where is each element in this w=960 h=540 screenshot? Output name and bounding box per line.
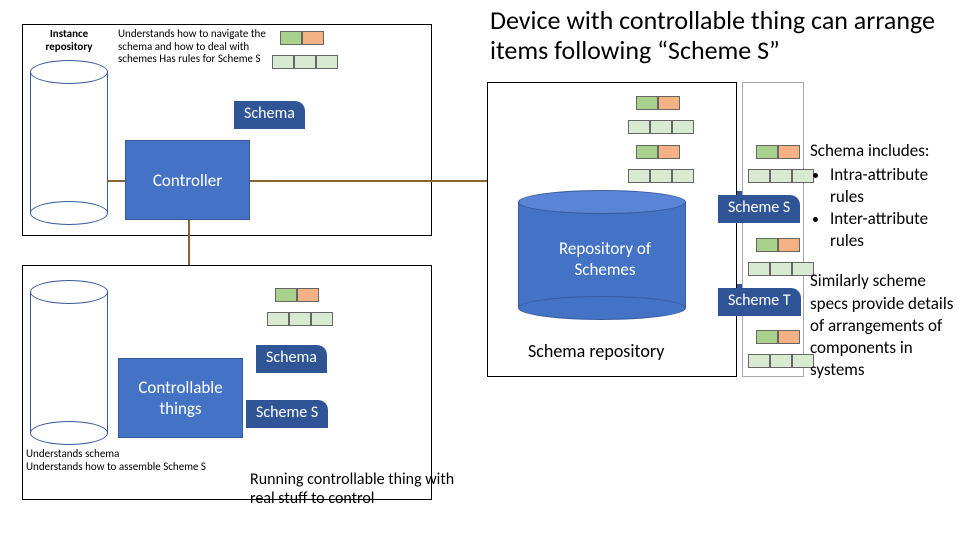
connector-line — [108, 180, 125, 182]
para-scheme-specs: Similarly scheme specs provide details o… — [810, 270, 960, 380]
mini-boxes-icon — [748, 354, 814, 368]
bullet-list: Intra-attribute rules Inter-attribute ru… — [810, 164, 960, 252]
label-instance-repository: Instance repository — [33, 28, 105, 53]
tab-scheme-t: Scheme T — [718, 288, 801, 316]
caption-schema-repository: Schema repository — [528, 340, 664, 362]
page-title: Device with controllable thing can arran… — [490, 6, 950, 66]
bullet-intra: Intra-attribute rules — [830, 164, 960, 208]
tab-schema-top: Schema — [234, 101, 305, 129]
tab-scheme-s: Scheme S — [718, 195, 800, 223]
controller-label: Controller — [153, 170, 222, 191]
mini-boxes-icon — [756, 238, 800, 252]
mini-boxes-icon — [272, 55, 338, 69]
note-understands-schema: Understands schema Understands how to as… — [26, 448, 246, 473]
heading-schema-includes: Schema includes: — [810, 140, 960, 162]
mini-boxes-icon — [275, 288, 319, 302]
mini-boxes-icon — [636, 145, 680, 159]
text-schema-includes: Schema includes: Intra-attribute rules I… — [810, 140, 960, 381]
mini-boxes-icon — [756, 145, 800, 159]
note-controller-understanding: Understands how to navigate the schema a… — [118, 28, 268, 66]
tab-scheme-s-bottom: Scheme S — [246, 400, 328, 428]
caption-running-controllable: Running controllable thing with real stu… — [250, 470, 470, 508]
mini-boxes-icon — [636, 96, 680, 110]
mini-boxes-icon — [748, 169, 814, 183]
connector-line — [250, 180, 490, 182]
cylinder-bottom — [30, 280, 108, 445]
box-controllable-things: Controllable things — [118, 358, 243, 438]
mini-boxes-icon — [280, 31, 324, 45]
note-line1: Understands schema — [26, 448, 246, 461]
controllable-things-label: Controllable things — [119, 377, 242, 419]
mini-boxes-icon — [628, 169, 694, 183]
label-repository-of-schemes: Repository of Schemes — [540, 238, 670, 280]
mini-boxes-icon — [628, 120, 694, 134]
mini-boxes-icon — [267, 312, 333, 326]
box-controller: Controller — [125, 140, 250, 220]
mini-boxes-icon — [756, 330, 800, 344]
mini-boxes-icon — [748, 262, 814, 276]
tab-schema-bottom: Schema — [256, 345, 327, 373]
bullet-inter: Inter-attribute rules — [830, 208, 960, 252]
note-line2: Understands how to assemble Scheme S — [26, 461, 246, 474]
cylinder-instance-repo — [30, 60, 108, 225]
